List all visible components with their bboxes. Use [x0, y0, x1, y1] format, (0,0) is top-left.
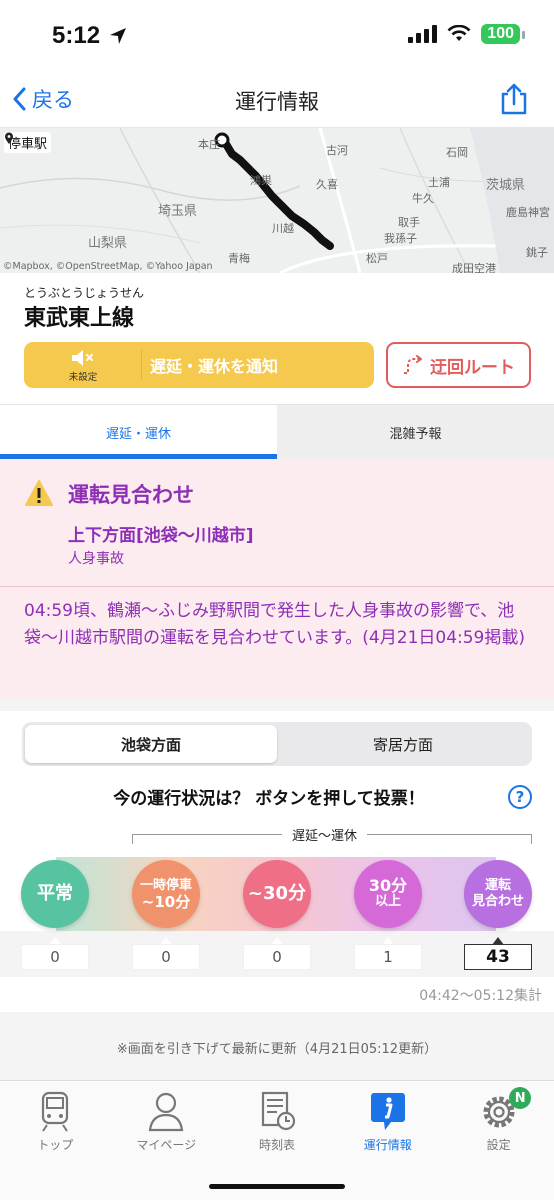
status-bar: 5:12 100 — [0, 0, 554, 72]
map-label: 古河 — [326, 144, 348, 157]
warning-icon — [25, 480, 53, 506]
notify-sound-toggle[interactable]: 未設定 — [24, 342, 142, 388]
vote-label-sub: ~10分 — [141, 893, 191, 911]
timetable-icon — [261, 1091, 296, 1131]
vote-label: 一時停車 — [139, 878, 192, 893]
cellular-signal-icon — [408, 25, 438, 43]
info-tabs: 遅延・運休 混雑予報 — [0, 404, 554, 459]
refresh-note: ※画面を引き下げて最新に更新（4月21日05:12更新） — [116, 1042, 438, 1057]
info-bubble-icon — [370, 1093, 405, 1130]
status-indicators: 100 — [408, 24, 525, 44]
page-title: 運行情報 — [235, 90, 319, 114]
vote-label: 30分 — [368, 876, 408, 895]
bottom-tab-bar: トップ マイページ 時刻表 運行情報 設定 N — [0, 1080, 554, 1200]
tabbar-label: マイページ — [136, 1138, 197, 1152]
vote-count: 1 — [354, 944, 422, 970]
map-label: 成田空港 — [452, 262, 496, 273]
vote-button-normal[interactable]: 平常 — [21, 860, 89, 928]
stations-toggle[interactable]: 停車駅 — [4, 132, 52, 153]
vote-count: 0 — [132, 944, 200, 970]
map-label: 埼玉県 — [158, 204, 198, 219]
vote-button-over30[interactable]: 30分 以上 — [354, 860, 422, 928]
vote-button-10min[interactable]: 一時停車 ~10分 — [132, 860, 200, 928]
map-label: 我孫子 — [384, 232, 417, 245]
tabbar-timetable[interactable]: 時刻表 — [222, 1081, 333, 1200]
status-time: 5:12 — [52, 22, 101, 49]
tabbar-top[interactable]: トップ — [0, 1081, 111, 1200]
help-icon[interactable]: ? — [508, 785, 532, 809]
nav-bar: 戻る 運行情報 — [0, 72, 554, 128]
battery-indicator: 100 — [481, 24, 525, 44]
vote-label: 運転 — [484, 878, 511, 893]
vote-title: 今の運行状況は？ ボタンを押して投票！ — [113, 789, 425, 809]
map-label: 土浦 — [428, 176, 450, 189]
map-label: 石岡 — [446, 146, 468, 159]
detour-icon — [404, 355, 422, 374]
route-map[interactable]: 停車駅 本庄 古河 石岡 土浦 茨城県 埼玉県 牛久 鹿島神宮 山梨県 川越 我… — [0, 128, 554, 273]
tab-crowd[interactable]: 混雑予報 — [277, 405, 554, 459]
tally-period: 04:42〜05:12集計 — [419, 988, 542, 1004]
new-badge: N — [509, 1087, 532, 1109]
person-icon — [148, 1092, 184, 1132]
vote-count: 43 — [464, 944, 532, 970]
map-label: 久喜 — [316, 178, 338, 191]
map-label: 松戸 — [366, 252, 388, 265]
segment-ikebukuro[interactable]: 池袋方面 — [25, 725, 277, 763]
map-label: 取手 — [398, 216, 420, 229]
train-icon — [42, 1091, 69, 1132]
map-label: 牛久 — [412, 192, 434, 205]
tab-delay[interactable]: 遅延・運休 — [0, 405, 277, 459]
map-label: 鴻巣 — [250, 174, 272, 187]
map-credit: ©Mapbox, ©OpenStreetMap, ©Yahoo Japan — [3, 261, 213, 272]
speaker-muted-icon — [72, 349, 93, 366]
map-label: 川越 — [272, 222, 294, 235]
line-name: 東武東上線 — [24, 306, 135, 331]
wifi-icon — [447, 25, 471, 41]
vote-label-sub: 以上 — [374, 894, 401, 909]
map-label: 山梨県 — [88, 236, 128, 251]
notify-unset-label: 未設定 — [68, 371, 98, 383]
alert-direction: 上下方面[池袋〜川越市] — [68, 526, 254, 546]
map-label: 本庄 — [198, 138, 220, 151]
line-furigana: とうぶとうじょうせん — [24, 286, 145, 300]
vote-button-suspended[interactable]: 運転 見合わせ — [464, 860, 532, 928]
vote-button-30min[interactable]: ~30分 — [243, 860, 311, 928]
bracket-label: 遅延〜運休 — [282, 825, 368, 844]
alert-status: 運転見合わせ — [68, 483, 194, 507]
tabbar-label: 設定 — [486, 1138, 511, 1152]
share-icon[interactable] — [498, 82, 530, 116]
tabbar-label: トップ — [37, 1138, 74, 1152]
vote-count: 0 — [21, 944, 89, 970]
vote-label-sub: 見合わせ — [471, 894, 524, 909]
alert-description: 04:59頃、鶴瀬〜ふじみ野駅間で発生した人身事故の影響で、池袋〜川越市駅間の運… — [24, 601, 526, 648]
map-label: 青梅 — [228, 252, 250, 265]
vote-count: 0 — [243, 944, 311, 970]
home-indicator — [209, 1184, 345, 1189]
tabbar-service-info[interactable]: 運行情報 — [332, 1081, 443, 1200]
pin-icon — [5, 132, 13, 144]
vote-label: 平常 — [37, 883, 73, 904]
alert-cause: 人身事故 — [68, 551, 124, 567]
vote-label: ~30分 — [247, 883, 307, 904]
tabbar-label: 時刻表 — [258, 1138, 295, 1152]
direction-segment: 池袋方面 寄居方面 — [22, 722, 532, 766]
notify-label: 遅延・運休を通知 — [150, 357, 279, 376]
section-gap — [0, 699, 554, 711]
tabbar-mypage[interactable]: マイページ — [111, 1081, 222, 1200]
detour-label: 迂回ルート — [430, 357, 515, 378]
detour-route-button[interactable]: 迂回ルート — [386, 342, 531, 388]
tabbar-label: 運行情報 — [363, 1138, 412, 1152]
map-label: 鹿島神宮 — [506, 206, 550, 219]
divider — [141, 350, 142, 380]
segment-yorii[interactable]: 寄居方面 — [277, 725, 529, 763]
tabbar-settings[interactable]: 設定 N — [443, 1081, 554, 1200]
location-arrow-icon — [110, 28, 126, 44]
service-alert: 運転見合わせ 上下方面[池袋〜川越市] 人身事故 04:59頃、鶴瀬〜ふじみ野駅… — [0, 459, 554, 699]
map-label: 茨城県 — [486, 178, 526, 193]
notify-button[interactable]: 未設定 遅延・運休を通知 — [24, 342, 374, 388]
map-label: 銚子 — [526, 246, 548, 259]
divider — [0, 586, 554, 587]
